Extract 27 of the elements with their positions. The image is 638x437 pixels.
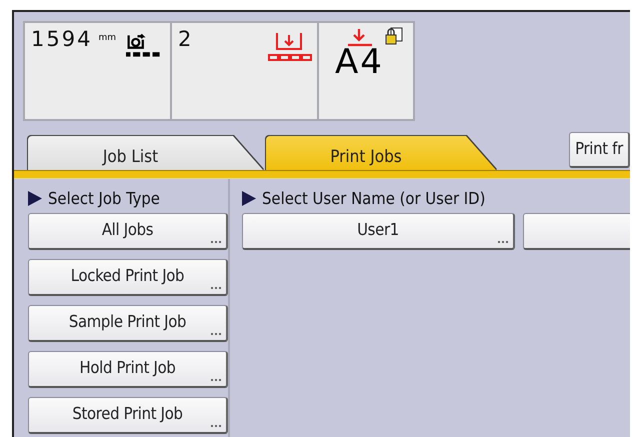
- output-tray-icon: [347, 27, 373, 47]
- section-heading: Select Job Type: [48, 189, 160, 208]
- triangle-icon: [28, 191, 42, 206]
- job-type-button[interactable]: Hold Print Job: [28, 351, 228, 388]
- tab[interactable]: Job List: [28, 136, 263, 170]
- unit-label: mm: [98, 33, 116, 43]
- more-icon: [211, 425, 221, 428]
- section-heading: Select User Name (or User ID): [262, 189, 486, 208]
- job-type-button[interactable]: Locked Print Job: [28, 259, 228, 296]
- more-icon: [211, 287, 221, 290]
- job-type-button[interactable]: Stored Print Job: [28, 397, 228, 434]
- more-icon: [498, 241, 508, 244]
- length-counter: 1594: [31, 27, 92, 51]
- paper-size: A4: [334, 45, 385, 79]
- print-from-button[interactable]: Print fr: [569, 132, 630, 168]
- tab[interactable]: Print Jobs: [266, 136, 496, 170]
- job-type-button[interactable]: Sample Print Job: [28, 305, 228, 342]
- user-button[interactable]: User1: [242, 213, 515, 250]
- more-icon: [211, 241, 221, 244]
- job-type-button[interactable]: All Jobs: [28, 213, 228, 250]
- tray-icon: [267, 31, 315, 63]
- triangle-icon: [242, 191, 256, 206]
- user-button[interactable]: [523, 213, 630, 250]
- more-icon: [211, 333, 221, 336]
- tray-number: 2: [178, 27, 194, 51]
- lock-icon: [385, 27, 403, 45]
- more-icon: [211, 379, 221, 382]
